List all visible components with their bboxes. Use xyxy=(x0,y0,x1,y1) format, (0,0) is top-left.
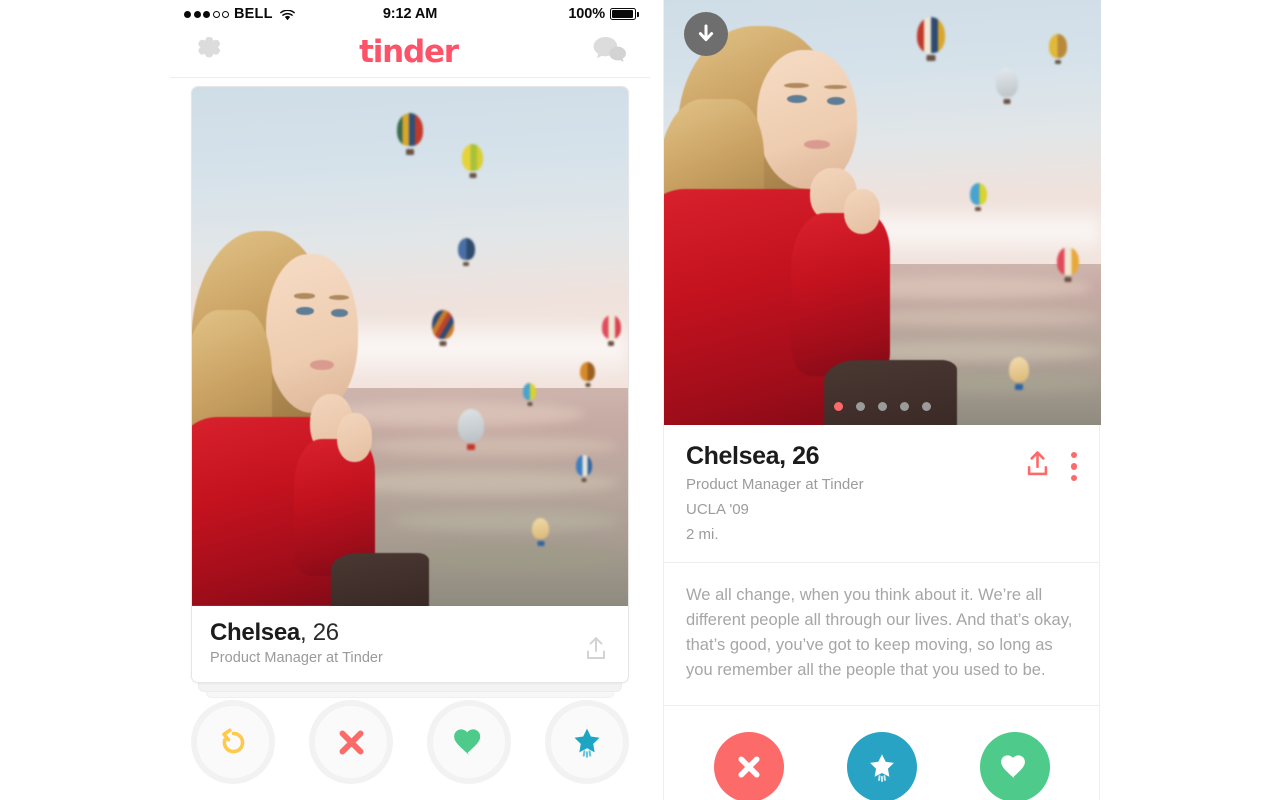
card-stack-layer-2 xyxy=(198,682,622,692)
detail-name: Chelsea, 26 xyxy=(686,442,820,470)
card-stack-layer-3 xyxy=(206,691,614,698)
profile-photo[interactable] xyxy=(192,87,628,606)
card-stack: Chelsea, 26 Product Manager at Tinder xyxy=(191,86,629,698)
chat-bubbles-icon xyxy=(593,37,626,62)
nope-button[interactable] xyxy=(309,700,393,784)
card-action-bar xyxy=(191,700,629,784)
share-upload-icon[interactable] xyxy=(1024,450,1051,483)
detail-action-bar xyxy=(664,706,1099,800)
detail-distance: 2 mi. xyxy=(686,525,719,543)
star-icon xyxy=(869,754,894,783)
nope-button[interactable] xyxy=(713,732,784,800)
tinder-card-screen: BELL 9:12 AM 100% tinder Chelsea, 26 Pro… xyxy=(170,0,650,800)
card-info: Chelsea, 26 Product Manager at Tinder xyxy=(192,606,628,682)
like-button[interactable] xyxy=(979,732,1050,800)
x-cross-icon xyxy=(339,730,363,754)
superlike-button[interactable] xyxy=(545,700,629,784)
x-cross-icon xyxy=(737,756,760,778)
star-icon xyxy=(574,728,600,758)
kebab-menu-icon[interactable] xyxy=(1070,451,1077,482)
bio-text: We all change, when you think about it. … xyxy=(686,586,1073,680)
screenshot-stage: BELL 9:12 AM 100% tinder Chelsea, 26 Pro… xyxy=(0,0,1280,800)
profile-detail-panel: Chelsea, 26 Product Manager at Tinder UC… xyxy=(663,0,1101,800)
download-arrow-icon xyxy=(698,24,714,42)
card-name: Chelsea, 26 xyxy=(210,619,339,646)
profile-card[interactable]: Chelsea, 26 Product Manager at Tinder xyxy=(191,86,629,683)
heart-icon xyxy=(1000,755,1025,780)
settings-button[interactable] xyxy=(192,34,225,72)
app-navbar: tinder xyxy=(170,28,650,78)
status-bar: BELL 9:12 AM 100% xyxy=(170,0,650,28)
heart-icon xyxy=(454,729,481,756)
detail-bio: We all change, when you think about it. … xyxy=(664,563,1099,707)
gear-icon xyxy=(198,36,220,57)
battery-icon xyxy=(610,8,639,20)
detail-job: Product Manager at Tinder xyxy=(686,475,864,493)
detail-school: UCLA '09 xyxy=(686,500,749,518)
clock-label: 9:12 AM xyxy=(382,6,438,22)
rewind-button[interactable] xyxy=(191,700,275,784)
tinder-logo: tinder xyxy=(359,34,459,70)
share-upload-icon[interactable] xyxy=(584,636,608,662)
rewind-arrow-icon xyxy=(221,727,244,753)
detail-actions-icons xyxy=(1024,450,1077,483)
download-button[interactable] xyxy=(684,12,728,56)
like-button[interactable] xyxy=(427,700,511,784)
card-subtitle: Product Manager at Tinder xyxy=(210,649,383,666)
photo-pagination-dots[interactable] xyxy=(664,402,1101,411)
detail-photo[interactable] xyxy=(664,0,1101,425)
messages-button[interactable] xyxy=(592,35,628,70)
detail-info: Chelsea, 26 Product Manager at Tinder UC… xyxy=(664,425,1099,564)
superlike-button[interactable] xyxy=(846,732,917,800)
